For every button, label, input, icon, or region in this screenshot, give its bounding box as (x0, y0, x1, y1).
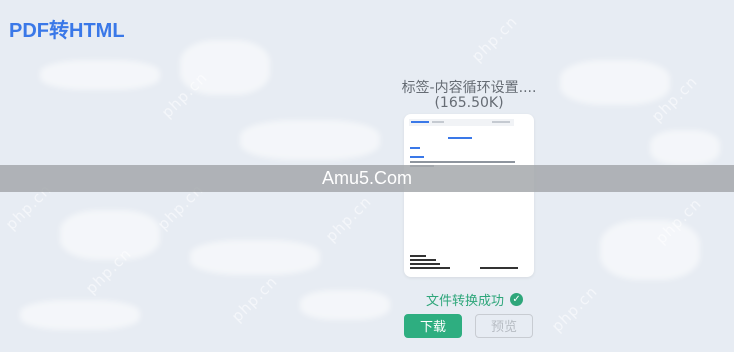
conversion-status: 文件转换成功 ✓ (426, 290, 524, 309)
status-text: 文件转换成功 (426, 294, 505, 309)
document-preview-image (409, 119, 518, 269)
preview-button[interactable]: 预览 (475, 314, 533, 338)
check-circle-icon: ✓ (510, 293, 524, 306)
file-size: (165.50K) (434, 95, 504, 111)
app-title: PDF转HTML (9, 20, 125, 42)
banner-watermark-text: Amu5.Com (321, 168, 413, 188)
download-button[interactable]: 下载 (404, 314, 462, 338)
document-thumbnail[interactable] (404, 114, 534, 277)
file-name: 标签-内容循环设置.... (401, 80, 537, 96)
